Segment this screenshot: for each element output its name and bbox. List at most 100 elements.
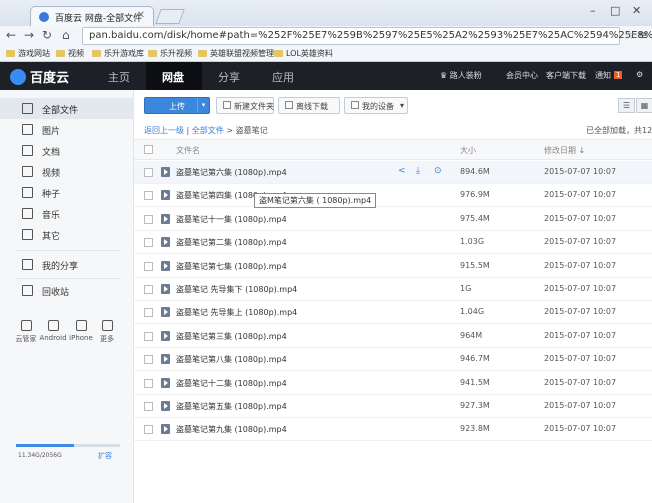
table-row[interactable]: 盗墓笔记第三集 (1080p).mp4 964M 2015-07-07 10:07 xyxy=(134,325,652,348)
bookmark-item[interactable]: 乐升视频 xyxy=(148,48,192,59)
sidebar-item-images[interactable]: 图片 xyxy=(0,119,134,140)
bookmark-item[interactable]: 视频 xyxy=(56,48,84,59)
reload-icon[interactable]: ↻ xyxy=(42,28,52,42)
row-checkbox[interactable] xyxy=(144,168,153,177)
share-icon[interactable]: < xyxy=(398,166,406,176)
file-name[interactable]: 盗墓笔记十二集 (1080p).mp4 xyxy=(176,378,287,389)
row-checkbox[interactable] xyxy=(144,331,153,341)
sidebar-item-docs[interactable]: 文档 xyxy=(0,140,134,161)
address-bar[interactable]: pan.baidu.com/disk/home#path=%252F%25E7%… xyxy=(82,27,652,45)
file-name[interactable]: 盗墓笔记第三集 (1080p).mp4 xyxy=(176,331,287,342)
row-checkbox[interactable] xyxy=(144,191,153,201)
table-row[interactable]: 盗墓笔记 先导集下 (1080p).mp4 1G 2015-07-07 10:07 xyxy=(134,278,652,301)
sidebar-item-all-files[interactable]: 全部文件 xyxy=(0,98,134,119)
bookmark-item[interactable]: 游戏网站 xyxy=(6,48,50,59)
file-name[interactable]: 盗墓笔记第六集 (1080p).mp4 xyxy=(176,167,287,178)
sidebar-item-torrents[interactable]: 种子 xyxy=(0,182,134,203)
download-icon[interactable]: ⤓ xyxy=(416,166,420,176)
bookmark-star-icon[interactable]: ☆ xyxy=(624,28,635,42)
row-checkbox[interactable] xyxy=(144,378,153,388)
close-window-icon[interactable]: ✕ xyxy=(632,4,641,17)
quota-bar xyxy=(16,444,120,447)
more-icon[interactable]: ⊙ xyxy=(434,166,442,176)
bookmark-item[interactable]: 乐升游戏库 xyxy=(92,48,144,59)
file-name[interactable]: 盗墓笔记第七集 (1080p).mp4 xyxy=(176,261,287,272)
row-checkbox[interactable] xyxy=(144,355,153,365)
sidebar-item-other[interactable]: 其它 xyxy=(0,224,134,245)
table-row[interactable]: 盗墓笔记第二集 (1080p).mp4 1.03G 2015-07-07 10:07 xyxy=(134,231,652,255)
forward-icon[interactable]: → xyxy=(24,28,34,42)
row-checkbox[interactable] xyxy=(144,308,153,318)
table-row[interactable]: 盗墓笔记第九集 (1080p).mp4 923.8M 2015-07-07 10:0… xyxy=(134,418,652,442)
table-row[interactable]: 盗墓笔记第七集 (1080p).mp4 915.5M 2015-07-07 10:0… xyxy=(134,255,652,278)
col-date[interactable]: 修改日期 ↓ xyxy=(544,145,585,156)
sidebar-item-videos[interactable]: 视频 xyxy=(0,161,134,182)
file-name[interactable]: 盗墓笔记第五集 (1080p).mp4 xyxy=(176,401,287,412)
table-header: 文件名 大小 修改日期 ↓ xyxy=(134,139,652,160)
nav-disk[interactable]: 网盘 xyxy=(162,69,184,85)
bookmark-item[interactable]: LOL英雄资料 xyxy=(274,48,333,59)
new-folder-icon xyxy=(223,101,231,109)
monitor-icon xyxy=(20,320,32,331)
video-file-icon xyxy=(161,213,170,224)
browser-menu-icon[interactable]: ≡ xyxy=(638,28,648,42)
browser-tab[interactable]: 百度云 网盘-全部文件 ✕ xyxy=(30,6,154,26)
row-checkbox[interactable] xyxy=(144,214,153,224)
row-checkbox[interactable] xyxy=(144,238,153,248)
sidebar-item-trash[interactable]: 回收站 xyxy=(0,280,134,301)
sidebar-item-my-shares[interactable]: 我的分享 xyxy=(0,254,134,275)
table-row[interactable]: 盗墓笔记第四集 (1080p).mp4 976.9M 2015-07-07 10:0… xyxy=(134,184,652,208)
table-row[interactable]: 盗墓笔记第五集 (1080p).mp4 927.3M 2015-07-07 10:0… xyxy=(134,395,652,418)
table-row[interactable]: 盗墓笔记十一集 (1080p).mp4 975.4M 2015-07-07 10:0… xyxy=(134,208,652,231)
file-name[interactable]: 盗墓笔记 先导集上 (1080p).mp4 xyxy=(176,307,297,318)
file-name[interactable]: 盗墓笔记第二集 (1080p).mp4 xyxy=(176,237,287,248)
device-more[interactable]: 更多 xyxy=(92,320,122,344)
close-tab-icon[interactable]: ✕ xyxy=(137,10,145,21)
device-pc[interactable]: 云管家 xyxy=(11,320,41,344)
select-all-checkbox[interactable] xyxy=(144,145,153,154)
upgrade-link[interactable]: 扩容 xyxy=(98,451,112,461)
notify-link[interactable]: 通知 xyxy=(595,70,611,81)
nav-apps[interactable]: 应用 xyxy=(272,69,294,85)
minimize-icon[interactable]: – xyxy=(590,4,596,17)
app-header: 百度云 主页 网盘 分享 应用 ♛ 路人装粉 会员中心 客户端下载 通知 1 ⚙ xyxy=(0,62,652,90)
back-icon[interactable]: ← xyxy=(6,28,16,42)
download-icon xyxy=(285,101,293,109)
nav-home[interactable]: 主页 xyxy=(108,69,130,85)
new-folder-button[interactable]: 新建文件夹 xyxy=(216,97,274,114)
bookmark-item[interactable]: 英雄联盟视频管理 xyxy=(198,48,274,59)
upload-dropdown-icon[interactable]: ▾ xyxy=(197,98,209,113)
home-icon[interactable]: ⌂ xyxy=(62,28,70,42)
breadcrumb-back[interactable]: 返回上一级 xyxy=(144,126,184,135)
upload-button[interactable]: 上传 ▾ xyxy=(144,97,210,114)
breadcrumb-all[interactable]: 全部文件 xyxy=(192,126,224,135)
row-checkbox[interactable] xyxy=(144,261,153,271)
new-tab-button[interactable] xyxy=(155,9,185,24)
nav-share[interactable]: 分享 xyxy=(218,69,240,85)
maximize-icon[interactable]: □ xyxy=(610,4,620,17)
my-device-button[interactable]: 我的设备 ▾ xyxy=(344,97,408,114)
user-menu[interactable]: ♛ 路人装粉 xyxy=(440,70,482,81)
offline-download-button[interactable]: 离线下载 xyxy=(278,97,340,114)
row-checkbox[interactable] xyxy=(144,402,153,411)
file-name[interactable]: 盗墓笔记第九集 (1080p).mp4 xyxy=(176,424,287,435)
col-name[interactable]: 文件名 xyxy=(176,145,200,156)
grid-view-icon[interactable]: ▦ xyxy=(636,98,652,113)
file-name[interactable]: 盗墓笔记第八集 (1080p).mp4 xyxy=(176,354,287,365)
sidebar-item-music[interactable]: 音乐 xyxy=(0,203,134,224)
table-row[interactable]: 盗墓笔记第六集 (1080p).mp4 894.6M 2015-07-07 10:0… xyxy=(134,161,652,184)
table-row[interactable]: 盗墓笔记十二集 (1080p).mp4 941.5M 2015-07-07 10:0… xyxy=(134,372,652,395)
table-row[interactable]: 盗墓笔记 先导集上 (1080p).mp4 1.04G 2015-07-07 10:… xyxy=(134,301,652,325)
table-row[interactable]: 盗墓笔记第八集 (1080p).mp4 946.7M 2015-07-07 10:0… xyxy=(134,348,652,372)
row-checkbox[interactable] xyxy=(144,285,153,294)
col-size[interactable]: 大小 xyxy=(460,145,476,156)
device-android[interactable]: Android xyxy=(38,320,68,342)
row-checkbox[interactable] xyxy=(144,425,153,435)
file-name[interactable]: 盗墓笔记十一集 (1080p).mp4 xyxy=(176,214,287,225)
vip-center-link[interactable]: 会员中心 xyxy=(506,70,538,81)
file-name[interactable]: 盗墓笔记 先导集下 (1080p).mp4 xyxy=(176,284,297,295)
brand-logo[interactable]: 百度云 xyxy=(10,67,69,86)
client-download-link[interactable]: 客户端下载 xyxy=(546,70,586,81)
list-view-icon[interactable]: ☰ xyxy=(618,98,635,113)
settings-gear-icon[interactable]: ⚙ xyxy=(636,70,643,79)
